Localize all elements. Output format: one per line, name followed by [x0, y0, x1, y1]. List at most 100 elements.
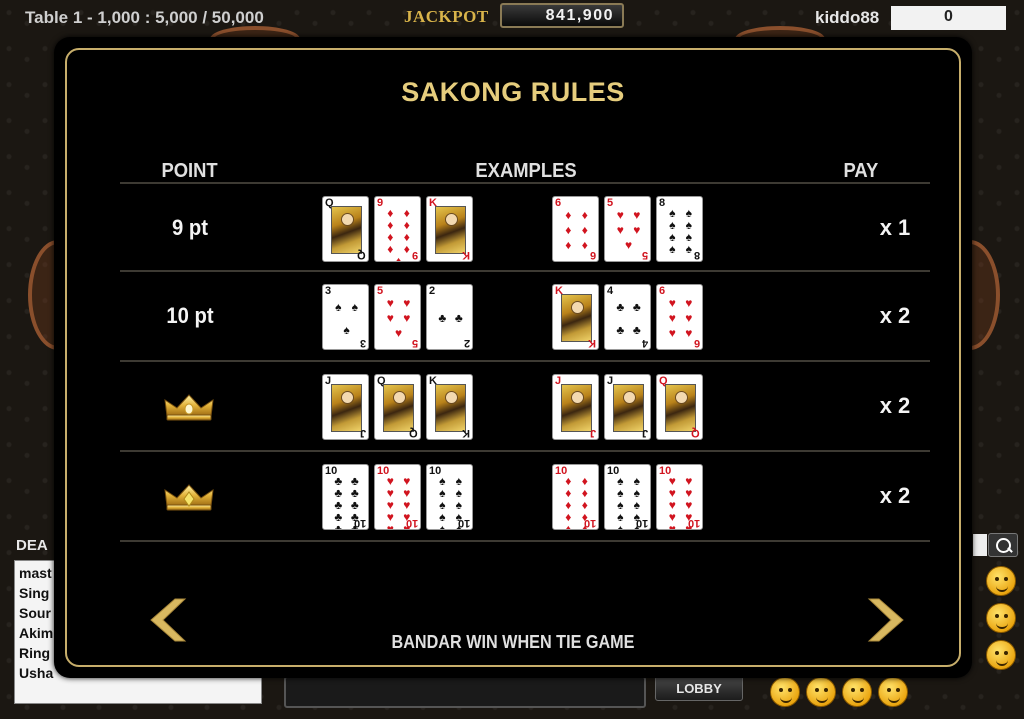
card-rank: 10 — [457, 517, 470, 529]
dealer-label: DEA — [16, 537, 48, 554]
point-label: 10 pt — [166, 303, 214, 328]
suit-icon: ♦ — [581, 207, 588, 222]
table-info: Table 1 - 1,000 : 5,000 / 50,000 — [25, 8, 264, 27]
jackpot-label: JACKPOT — [404, 7, 489, 26]
playing-card: 10 ♥ ♥ ♥ ♥ ♥ ♥ ♥ ♥ ♥ ♥ 10 — [656, 464, 703, 530]
face-card-art — [561, 384, 592, 432]
card-pips: ♠ ♠ ♠ ♠ ♠ ♠ ♠ ♠ ♠ ♠ — [612, 475, 645, 529]
rule-row: 10 pt 3 ♠ ♠ ♠ 3 5 ♥ ♥ ♥ ♥ ♥ 5 2 ♣ ♣ 2 K K 4 ♣ ♣ ♣ ♣ 4 6 ♥ ♥ ♥ ♥ ♥ ♥ 6 x… — [120, 272, 930, 360]
header-examples: EXAMPLES — [475, 160, 577, 182]
playing-card: QQ — [374, 374, 421, 440]
suit-icon: ♥ — [633, 207, 641, 222]
playing-card: KK — [552, 284, 599, 350]
playing-card: 8 ♠ ♠ ♠ ♠ ♠ ♠ ♠ ♠ 8 — [656, 196, 703, 262]
search-icon[interactable] — [988, 533, 1018, 557]
playing-card: 3 ♠ ♠ ♠ 3 — [322, 284, 369, 350]
emoji-icon[interactable] — [806, 677, 836, 707]
card-rank: J — [359, 427, 366, 439]
playing-card: 6 ♥ ♥ ♥ ♥ ♥ ♥ 6 — [656, 284, 703, 350]
suit-icon: ♦ — [565, 222, 572, 237]
card-pips: ♥ ♥ ♥ ♥ ♥ ♥ ♥ ♥ ♥ ♥ — [382, 475, 415, 529]
suit-icon: ♥ — [668, 326, 676, 341]
card-pips: ♣ ♣ ♣ ♣ — [612, 295, 645, 341]
top-bar: Table 1 - 1,000 : 5,000 / 50,000 JACKPOT… — [0, 0, 1024, 36]
card-rank: 8 — [693, 249, 700, 261]
emoji-icon[interactable] — [770, 677, 800, 707]
card-rank: J — [589, 427, 596, 439]
card-rank: Q — [409, 427, 418, 439]
pay-label: x 2 — [879, 393, 911, 418]
suit-icon: ♠ — [439, 522, 446, 530]
face-card-art — [435, 384, 466, 432]
emoji-icon[interactable] — [842, 677, 872, 707]
playing-card: 10 ♥ ♥ ♥ ♥ ♥ ♥ ♥ ♥ ♥ ♥ 10 — [374, 464, 421, 530]
suit-icon: ♥ — [386, 295, 394, 310]
username: kiddo88 — [815, 8, 880, 27]
card-pips: ♠ ♠ ♠ ♠ ♠ ♠ ♠ ♠ ♠ ♠ — [434, 475, 467, 529]
face-card-art — [383, 384, 414, 432]
suit-icon: ♥ — [616, 222, 624, 237]
playing-card: JJ — [604, 374, 651, 440]
suit-icon: ♥ — [386, 310, 394, 325]
card-pips: ♠ ♠ ♠ ♠ ♠ ♠ ♠ ♠ — [664, 207, 697, 256]
rules-dialog: SAKONG RULES POINT EXAMPLES PAY 9 pt QQ9… — [54, 37, 972, 678]
card-pips: ♦ ♦ ♦ ♦ ♦ ♦ ♦ ♦ ♦ — [382, 207, 415, 261]
suit-icon: ♠ — [669, 242, 676, 256]
card-rank: K — [462, 427, 470, 439]
suit-icon: ♣ — [616, 299, 625, 314]
playing-card: 9 ♦ ♦ ♦ ♦ ♦ ♦ ♦ ♦ ♦ 9 — [374, 196, 421, 262]
card-rank: Q — [357, 249, 366, 261]
search-input[interactable] — [973, 534, 987, 556]
playing-card: QQ — [322, 196, 369, 262]
suit-icon: ♣ — [632, 299, 641, 314]
rule-row: 9 pt Q Q 9 ♦ ♦ ♦ ♦ ♦ ♦ ♦ ♦ ♦ 9 K K 6 ♦ ♦ ♦ ♦ ♦ ♦ 6 5 ♥ ♥ ♥ ♥ ♥ 5 8 ♠ ♠ ♠ ♠… — [120, 184, 930, 272]
playing-card: 2 ♣ ♣ 2 — [426, 284, 473, 350]
card-pips: ♥ ♥ ♥ ♥ ♥ — [612, 207, 645, 253]
lobby-button[interactable]: LOBBY — [655, 675, 743, 701]
card-rank: 10 — [635, 517, 648, 529]
balance-display: 0 — [891, 6, 1006, 30]
chat-input[interactable] — [284, 676, 646, 708]
suit-icon: ♥ — [616, 207, 624, 222]
tie-rule-note: BANDAR WIN WHEN TIE GAME — [391, 632, 635, 652]
pay-label: x 1 — [879, 215, 911, 240]
suit-icon: ♦ — [565, 238, 572, 253]
emoji-icon[interactable] — [986, 566, 1016, 596]
rule-row: 10 ♣ ♣ ♣ ♣ ♣ ♣ ♣ ♣ ♣ ♣ 10 10 ♥ ♥ ♥ ♥ ♥ ♥ ♥ ♥ ♥ ♥ 10 10 ♠ ♠ ♠ ♠ ♠ ♠ ♠ ♠ ♠ ♠… — [120, 452, 930, 540]
card-rank: 2 — [463, 337, 470, 349]
point-label: 9 pt — [172, 215, 208, 240]
suit-icon: ♥ — [685, 295, 693, 310]
playing-card: 10 ♠ ♠ ♠ ♠ ♠ ♠ ♠ ♠ ♠ ♠ 10 — [604, 464, 651, 530]
card-pips: ♦ ♦ ♦ ♦ ♦ ♦ — [560, 207, 593, 253]
emoji-icon[interactable] — [986, 603, 1016, 633]
suit-icon: ♥ — [668, 522, 676, 530]
playing-card: 10 ♣ ♣ ♣ ♣ ♣ ♣ ♣ ♣ ♣ ♣ 10 — [322, 464, 369, 530]
card-rank: 9 — [411, 249, 418, 261]
suit-icon: ♠ — [617, 522, 624, 530]
face-card-art — [665, 384, 696, 432]
suit-icon: ♣ — [616, 322, 625, 337]
card-rank: 10 — [405, 517, 418, 529]
card-pips: ♥ ♥ ♥ ♥ ♥ — [382, 295, 415, 341]
card-rank: 10 — [353, 517, 366, 529]
emoji-icon[interactable] — [878, 677, 908, 707]
card-rank: 4 — [641, 337, 648, 349]
playing-card: 6 ♦ ♦ ♦ ♦ ♦ ♦ 6 — [552, 196, 599, 262]
suit-icon: ♣ — [438, 311, 447, 325]
card-pips: ♠ ♠ ♠ — [330, 295, 363, 341]
suit-icon: ♥ — [386, 522, 394, 530]
suit-icon: ♥ — [668, 295, 676, 310]
playing-card: JJ — [322, 374, 369, 440]
dialog-title: SAKONG RULES — [401, 77, 625, 107]
suit-icon: ♣ — [454, 311, 463, 325]
emoji-icon[interactable] — [986, 640, 1016, 670]
card-rank: Q — [691, 427, 700, 439]
card-pips: ♣ ♣ — [434, 295, 467, 341]
playing-card: KK — [426, 374, 473, 440]
playing-card: QQ — [656, 374, 703, 440]
suit-icon: ♣ — [334, 522, 343, 530]
suit-icon: ♥ — [633, 222, 641, 237]
face-card-art — [613, 384, 644, 432]
playing-card: 10 ♠ ♠ ♠ ♠ ♠ ♠ ♠ ♠ ♠ ♠ 10 — [426, 464, 473, 530]
playing-card: 5 ♥ ♥ ♥ ♥ ♥ 5 — [604, 196, 651, 262]
